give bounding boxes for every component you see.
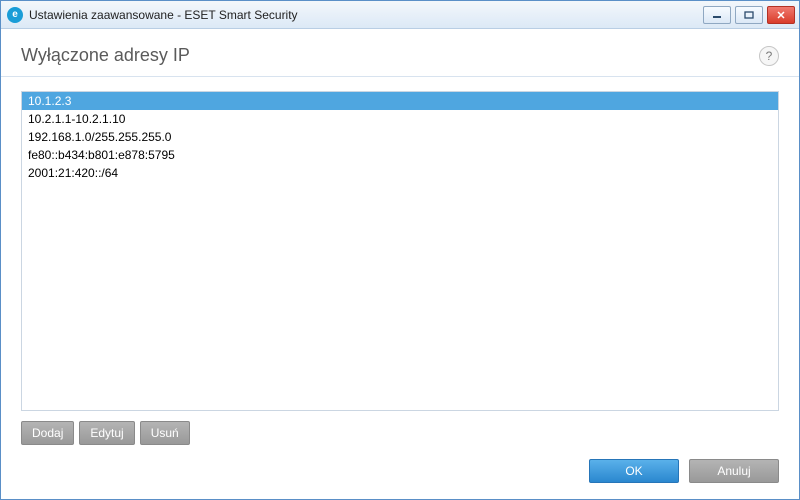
minimize-button[interactable] (703, 6, 731, 24)
add-button[interactable]: Dodaj (21, 421, 74, 445)
cancel-button-label: Anuluj (717, 464, 750, 478)
titlebar: e Ustawienia zaawansowane - ESET Smart S… (1, 1, 799, 29)
add-button-label: Dodaj (32, 426, 63, 440)
content-area: 10.1.2.310.2.1.1-10.2.1.10192.168.1.0/25… (1, 77, 799, 445)
list-buttons: Dodaj Edytuj Usuń (21, 411, 779, 445)
app-icon-letter: e (12, 9, 18, 20)
list-item[interactable]: 192.168.1.0/255.255.255.0 (22, 128, 778, 146)
list-item[interactable]: fe80::b434:b801:e878:5795 (22, 146, 778, 164)
cancel-button[interactable]: Anuluj (689, 459, 779, 483)
ok-button-label: OK (625, 464, 642, 478)
maximize-icon (744, 11, 754, 19)
app-icon: e (7, 7, 23, 23)
help-icon: ? (766, 49, 773, 63)
window-title: Ustawienia zaawansowane - ESET Smart Sec… (29, 8, 697, 22)
maximize-button[interactable] (735, 6, 763, 24)
list-item[interactable]: 2001:21:420::/64 (22, 164, 778, 182)
list-item[interactable]: 10.1.2.3 (22, 92, 778, 110)
ip-listbox[interactable]: 10.1.2.310.2.1.1-10.2.1.10192.168.1.0/25… (21, 91, 779, 411)
dialog-window: e Ustawienia zaawansowane - ESET Smart S… (0, 0, 800, 500)
window-controls (703, 6, 795, 24)
dialog-footer: OK Anuluj (1, 445, 799, 499)
delete-button[interactable]: Usuń (140, 421, 190, 445)
delete-button-label: Usuń (151, 426, 179, 440)
help-button[interactable]: ? (759, 46, 779, 66)
page-title: Wyłączone adresy IP (21, 45, 190, 66)
edit-button[interactable]: Edytuj (79, 421, 134, 445)
dialog-header: Wyłączone adresy IP ? (1, 29, 799, 77)
ok-button[interactable]: OK (589, 459, 679, 483)
list-item[interactable]: 10.2.1.1-10.2.1.10 (22, 110, 778, 128)
edit-button-label: Edytuj (90, 426, 123, 440)
close-icon (776, 11, 786, 19)
close-button[interactable] (767, 6, 795, 24)
minimize-icon (712, 11, 722, 19)
